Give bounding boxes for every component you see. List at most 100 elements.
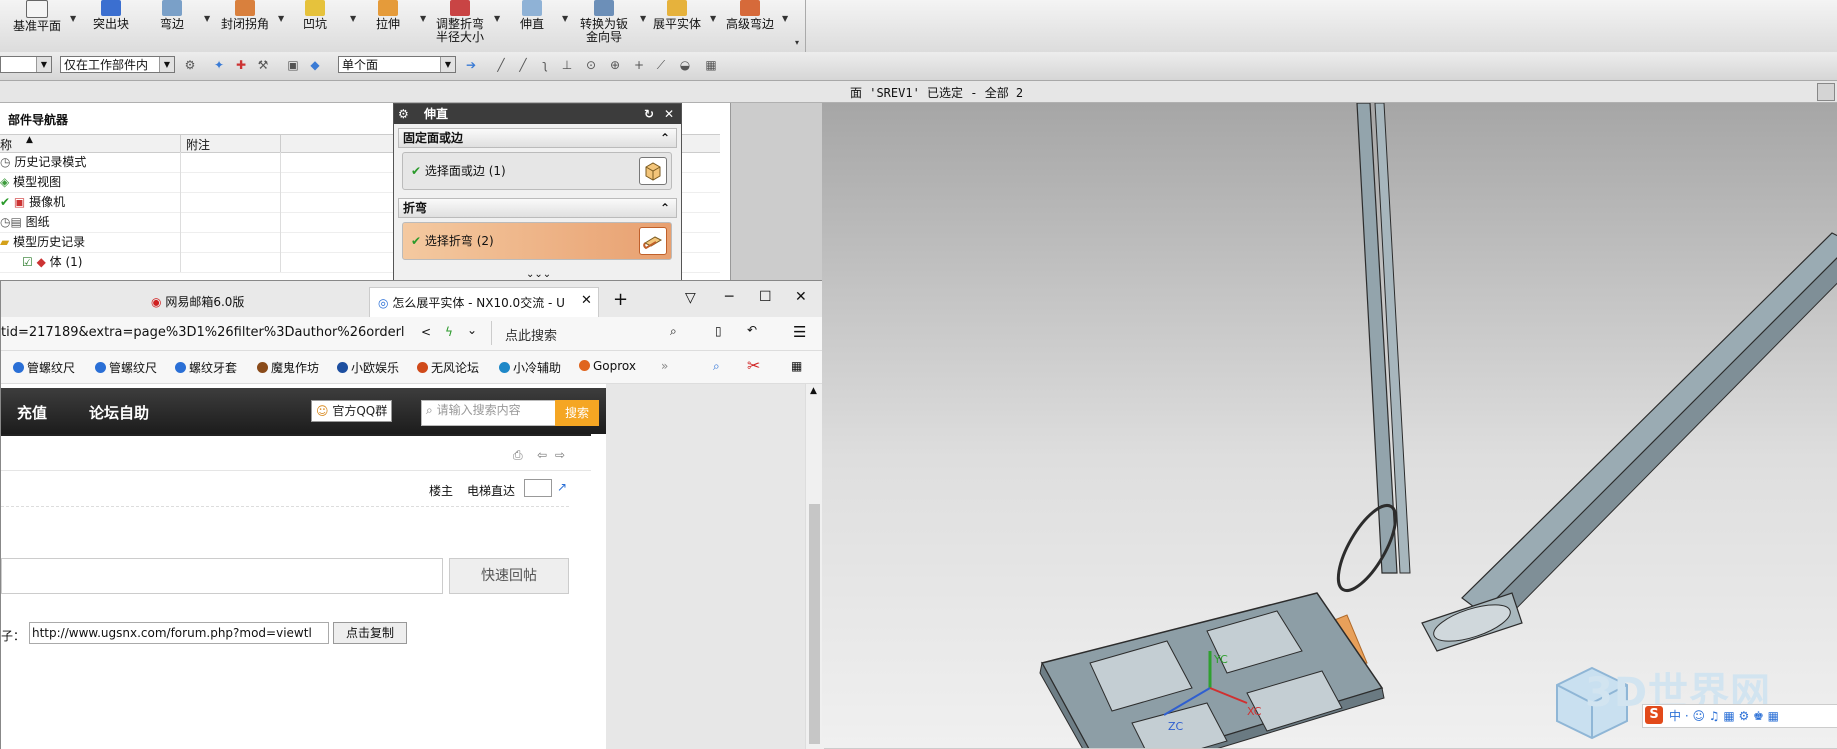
scissors-icon[interactable]: ✂: [747, 356, 760, 375]
scroll-up-icon[interactable]: ▲: [810, 386, 817, 396]
search-input[interactable]: 点此搜索: [505, 325, 557, 344]
bend-section-header[interactable]: 折弯 ⌃: [398, 198, 677, 218]
close-window-icon[interactable]: ✕: [795, 289, 807, 305]
advanced-flange-button[interactable]: 高级弯边: [722, 0, 778, 52]
thread-url-field[interactable]: http://www.ugsnx.com/forum.php?mod=viewt…: [29, 622, 329, 644]
more-bookmarks-icon[interactable]: »: [661, 359, 668, 373]
scope-filter-combo[interactable]: 仅在工作部件内 ▼: [60, 56, 175, 73]
sort-asc-icon[interactable]: ▲: [26, 135, 33, 145]
bend-select-icon[interactable]: [639, 227, 667, 255]
select-feature-icon[interactable]: ✚: [234, 58, 248, 72]
unbend-button[interactable]: 伸直: [512, 0, 552, 52]
sogou-icon[interactable]: S: [1645, 706, 1663, 724]
bookmark-item[interactable]: 管螺纹尺: [13, 359, 75, 376]
sheetmetal-model[interactable]: YC XC ZC: [822, 103, 1837, 748]
chevron-down-icon[interactable]: ▼: [420, 14, 426, 23]
convert-to-sheetmetal-button[interactable]: 转换为钣 金向导: [576, 0, 632, 52]
dialog-titlebar[interactable]: ⚙ 伸直 ↻ ✕: [394, 104, 681, 124]
snap-tangent-icon[interactable]: ⟋: [654, 58, 668, 72]
chevron-down-icon[interactable]: ▼: [562, 14, 568, 23]
bookmark-item[interactable]: 魔鬼作坊: [257, 359, 319, 376]
datum-plane-button[interactable]: 基准平面: [6, 0, 68, 52]
col-name-header[interactable]: 称: [0, 136, 12, 153]
chevron-down-icon[interactable]: ▼: [350, 14, 356, 23]
fixed-face-section-header[interactable]: 固定面或边 ⌃: [398, 128, 677, 148]
bookmark-item[interactable]: 小欧娱乐: [337, 359, 399, 376]
lightning-icon[interactable]: ϟ: [445, 325, 453, 339]
nav-recharge[interactable]: 充值: [17, 402, 47, 423]
bookmark-item[interactable]: 管螺纹尺: [95, 359, 157, 376]
flange-button[interactable]: 弯边: [152, 0, 192, 52]
bookmark-item[interactable]: 螺纹牙套: [175, 359, 237, 376]
prev-icon[interactable]: ⇦: [537, 448, 547, 462]
arrow-right-icon[interactable]: ➔: [464, 58, 478, 72]
search-icon[interactable]: ⌕: [670, 324, 677, 339]
resize-bend-radius-button[interactable]: 调整折弯 半径大小: [432, 0, 488, 52]
copy-button[interactable]: 点击复制: [333, 622, 407, 644]
snap-quadrant-icon[interactable]: ⊕: [608, 58, 622, 72]
more-options-icon[interactable]: ⌄⌄⌄: [526, 269, 551, 280]
chevron-down-icon[interactable]: ⌄: [467, 323, 477, 337]
restore-icon[interactable]: [1817, 83, 1835, 101]
floor-input[interactable]: [524, 479, 552, 497]
search-icon[interactable]: ⌕: [713, 359, 720, 374]
shirt-icon[interactable]: ▽: [685, 290, 696, 306]
forum-search-button[interactable]: 搜索: [555, 400, 599, 426]
bookmark-item[interactable]: 无风论坛: [417, 359, 479, 376]
graphics-viewport[interactable]: YC XC ZC: [822, 103, 1837, 748]
scrollbar-thumb[interactable]: [809, 504, 820, 744]
ime-tools-icon[interactable]: 中 · ☺ ♫ ▦ ⚙ ♚ ▦: [1669, 707, 1779, 724]
chevron-down-icon[interactable]: ▼: [36, 57, 51, 72]
face-select-icon[interactable]: [639, 157, 667, 185]
flat-solid-button[interactable]: 展平实体: [650, 0, 704, 52]
chevron-down-icon[interactable]: ▼: [640, 14, 646, 23]
select-face-or-edge[interactable]: ✔ 选择面或边 (1): [402, 152, 672, 190]
tab-mail[interactable]: ◉ 网易邮箱6.0版: [151, 287, 356, 317]
thread-owner-label[interactable]: 楼主: [429, 482, 453, 499]
chevron-down-icon[interactable]: ▼: [440, 57, 455, 72]
bookmark-item[interactable]: 小冷辅助: [499, 359, 561, 376]
qq-group-button[interactable]: ☺ 官方QQ群: [311, 400, 393, 422]
select-bend[interactable]: ✔ 选择折弯 (2): [402, 222, 672, 260]
bookmark-item[interactable]: Goprox: [579, 359, 636, 373]
collapse-icon[interactable]: ⌃: [660, 129, 670, 147]
close-tab-icon[interactable]: ✕: [581, 293, 592, 308]
quick-reply-button[interactable]: 快速回帖: [449, 558, 569, 594]
snap-intersect-icon[interactable]: ⊥: [560, 58, 574, 72]
chevron-down-icon[interactable]: ▼: [494, 14, 500, 23]
close-icon[interactable]: ✕: [664, 104, 674, 124]
chevron-down-icon[interactable]: ▼: [159, 57, 174, 72]
snap-grid-icon[interactable]: ▦: [704, 58, 718, 72]
minimize-icon[interactable]: ─: [725, 289, 733, 305]
chevron-down-icon[interactable]: ▼: [70, 14, 76, 23]
snap-icon[interactable]: ✦: [212, 58, 226, 72]
select-body-icon[interactable]: ⚒: [256, 58, 270, 72]
reply-input[interactable]: [1, 558, 443, 594]
nav-forum-self[interactable]: 论坛自助: [89, 402, 149, 423]
col-note-header[interactable]: 附注: [186, 136, 210, 153]
chevron-down-icon[interactable]: ▼: [710, 14, 716, 23]
chevron-down-icon[interactable]: ▼: [782, 14, 788, 23]
snap-point-icon[interactable]: +: [632, 58, 646, 72]
face-rule-combo[interactable]: 单个面 ▼: [338, 56, 456, 73]
gear-icon[interactable]: ⚙: [398, 104, 409, 124]
apps-icon[interactable]: ▦: [791, 359, 802, 373]
snap-center-icon[interactable]: ⊙: [584, 58, 598, 72]
more-icon[interactable]: ▾: [795, 38, 799, 47]
tab-forum[interactable]: ◎ 怎么展平实体 - NX10.0交流 - U: [369, 287, 599, 317]
menu-icon[interactable]: ☰: [793, 323, 806, 341]
checkbox-icon[interactable]: ☑: [22, 255, 33, 269]
tab-button[interactable]: 突出块: [88, 0, 134, 52]
share-icon[interactable]: <: [421, 325, 431, 339]
new-tab-icon[interactable]: +: [613, 289, 628, 310]
filter-icon[interactable]: ⚙: [183, 58, 197, 72]
select-face-icon[interactable]: ▣: [286, 58, 300, 72]
closed-corner-button[interactable]: 封闭拐角: [216, 0, 274, 52]
snap-end-icon[interactable]: ╱: [516, 58, 530, 72]
forum-search-input[interactable]: ⌕ 请输入搜索内容: [421, 400, 557, 426]
reset-icon[interactable]: ↻: [644, 104, 654, 124]
next-icon[interactable]: ⇨: [555, 448, 565, 462]
type-filter-combo[interactable]: ▼: [0, 56, 52, 73]
chevron-down-icon[interactable]: ▼: [278, 14, 284, 23]
undo-icon[interactable]: ↶: [747, 323, 757, 337]
